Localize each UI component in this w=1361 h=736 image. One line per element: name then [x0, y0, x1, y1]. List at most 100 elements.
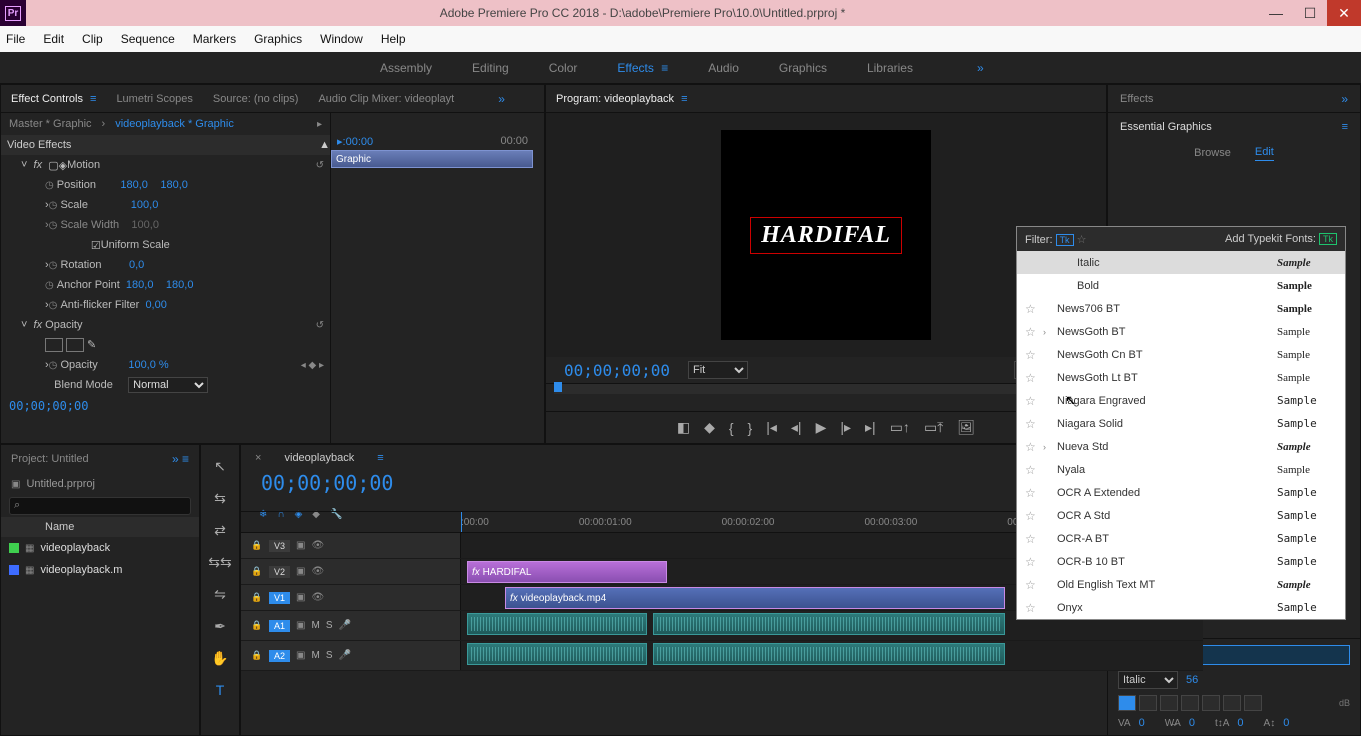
- fx-motion[interactable]: ˅ fx ▢◈ Motion↺: [1, 155, 330, 175]
- zoom-select[interactable]: Fit: [688, 361, 748, 379]
- subtab-edit[interactable]: Edit: [1255, 146, 1274, 161]
- tabs-overflow-icon[interactable]: » ≡: [172, 452, 189, 466]
- minimize-button[interactable]: —: [1259, 0, 1293, 26]
- menu-markers[interactable]: Markers: [193, 32, 236, 46]
- timeline-timecode[interactable]: 00;00;00;00: [253, 467, 401, 499]
- tab-effects[interactable]: Effects: [1120, 93, 1153, 105]
- project-item[interactable]: ▦videoplayback: [1, 537, 199, 559]
- track-v2[interactable]: V2: [269, 566, 290, 578]
- project-item[interactable]: ▦videoplayback.m: [1, 559, 199, 581]
- tool-type[interactable]: T: [209, 679, 231, 701]
- tab-program[interactable]: Program: videoplayback ≡: [556, 93, 688, 105]
- menu-edit[interactable]: Edit: [43, 32, 64, 46]
- workspace-graphics[interactable]: Graphics: [779, 61, 827, 75]
- font-option[interactable]: ☆News706 BTSample: [1017, 297, 1345, 320]
- align-justify-last-right-button[interactable]: [1244, 695, 1262, 711]
- workspace-assembly[interactable]: Assembly: [380, 61, 432, 75]
- close-button[interactable]: ✕: [1327, 0, 1361, 26]
- font-option[interactable]: ☆OCR-A BTSample: [1017, 527, 1345, 550]
- tabs-overflow-icon[interactable]: »: [498, 92, 505, 106]
- lock-icon[interactable]: [251, 650, 263, 661]
- workspace-overflow-icon[interactable]: »: [977, 61, 984, 75]
- ec-clip-bar[interactable]: Graphic: [331, 150, 533, 168]
- clip-videoplayback[interactable]: fx videoplayback.mp4: [505, 587, 1005, 609]
- font-option[interactable]: ☆›Nueva StdSample: [1017, 435, 1345, 458]
- clip-audio-2b[interactable]: [653, 643, 1005, 665]
- add-typekit-icon[interactable]: Tk: [1319, 233, 1337, 245]
- uniform-scale-check[interactable]: ☑ Uniform Scale: [1, 235, 330, 255]
- lock-icon[interactable]: [251, 592, 263, 603]
- clip-audio-1a[interactable]: [467, 613, 647, 635]
- workspace-editing[interactable]: Editing: [472, 61, 509, 75]
- workspace-audio[interactable]: Audio: [708, 61, 739, 75]
- export-frame-icon[interactable]: 🖼: [957, 419, 975, 436]
- font-picker-popup[interactable]: Filter: Tk ☆ Add Typekit Fonts: Tk Itali…: [1016, 226, 1346, 620]
- tool-pen[interactable]: ✒: [209, 615, 231, 637]
- tab-effect-controls[interactable]: Effect Controls ≡: [11, 93, 96, 105]
- tool-track-select[interactable]: ⇆: [209, 487, 231, 509]
- opacity-mask-icons[interactable]: ✎: [1, 335, 330, 355]
- tabs-overflow-icon[interactable]: »: [1341, 92, 1348, 106]
- tool-slip[interactable]: ⇋: [209, 583, 231, 605]
- workspace-effects[interactable]: Effects ≡: [617, 61, 668, 75]
- go-in-icon[interactable]: |◂: [766, 419, 777, 436]
- lock-icon[interactable]: [251, 620, 263, 631]
- extract-icon[interactable]: ▭⤒: [924, 419, 943, 436]
- ec-timecode[interactable]: 00;00;00;00: [1, 395, 330, 417]
- prop-flicker[interactable]: › ◷ Anti-flicker Filter 0,00: [1, 295, 330, 315]
- font-option[interactable]: ☆OnyxSample: [1017, 596, 1345, 619]
- blend-mode-select[interactable]: Normal: [128, 377, 208, 393]
- tool-rolling[interactable]: ⇆⇆: [209, 551, 231, 573]
- track-v3[interactable]: V3: [269, 540, 290, 552]
- tab-source[interactable]: Source: (no clips): [213, 93, 299, 105]
- maximize-button[interactable]: ☐: [1293, 0, 1327, 26]
- font-option[interactable]: ☆NyalaSample: [1017, 458, 1345, 481]
- mark-in-icon[interactable]: ◧: [677, 419, 690, 436]
- project-search-input[interactable]: [9, 497, 191, 515]
- column-name-header[interactable]: Name: [1, 517, 199, 537]
- track-v1[interactable]: V1: [269, 592, 290, 604]
- menu-file[interactable]: File: [6, 32, 25, 46]
- workspace-libraries[interactable]: Libraries: [867, 61, 913, 75]
- tab-audio-clip-mixer[interactable]: Audio Clip Mixer: videoplayt: [318, 93, 454, 105]
- clip-audio-2a[interactable]: [467, 643, 647, 665]
- kf-play-icon[interactable]: ▸: [317, 119, 322, 130]
- prop-rotation[interactable]: › ◷ Rotation 0,0: [1, 255, 330, 275]
- menu-window[interactable]: Window: [320, 32, 363, 46]
- clip-selected-label[interactable]: videoplayback * Graphic: [115, 118, 234, 130]
- font-option[interactable]: ☆NewsGoth Cn BTSample: [1017, 343, 1345, 366]
- step-back-icon[interactable]: ◂|: [791, 419, 802, 436]
- tab-project[interactable]: Project: Untitled: [11, 453, 89, 465]
- prop-position[interactable]: ◷ Position 180,0 180,0: [1, 175, 330, 195]
- track-a2[interactable]: A2: [269, 650, 290, 662]
- tab-lumetri-scopes[interactable]: Lumetri Scopes: [116, 93, 192, 105]
- clip-hardifal[interactable]: fx HARDIFAL: [467, 561, 667, 583]
- subtab-browse[interactable]: Browse: [1194, 147, 1231, 159]
- menu-graphics[interactable]: Graphics: [254, 32, 302, 46]
- align-justify-last-center-button[interactable]: [1223, 695, 1241, 711]
- workspace-color[interactable]: Color: [549, 61, 578, 75]
- prop-blend[interactable]: Blend Mode Normal: [1, 375, 330, 395]
- prop-anchor[interactable]: ◷ Anchor Point 180,0 180,0: [1, 275, 330, 295]
- fx-opacity[interactable]: ˅ fx Opacity↺: [1, 315, 330, 335]
- step-fwd-icon[interactable]: |▸: [840, 419, 851, 436]
- prop-opacity-val[interactable]: › ◷ Opacity 100,0 %◂ ◆ ▸: [1, 355, 330, 375]
- tool-ripple[interactable]: ⇄: [209, 519, 231, 541]
- font-option[interactable]: ☆Old English Text MTSample: [1017, 573, 1345, 596]
- font-option[interactable]: ☆Niagara SolidSample: [1017, 412, 1345, 435]
- tab-sequence[interactable]: videoplayback: [285, 452, 355, 464]
- panel-menu-icon[interactable]: ≡: [1342, 121, 1348, 133]
- clip-audio-1b[interactable]: [653, 613, 1005, 635]
- menu-clip[interactable]: Clip: [82, 32, 103, 46]
- lock-icon[interactable]: [251, 566, 263, 577]
- font-option[interactable]: ☆OCR-B 10 BTSample: [1017, 550, 1345, 573]
- tool-select[interactable]: ↖: [209, 455, 231, 477]
- mark-in-button[interactable]: {: [729, 420, 734, 436]
- menu-sequence[interactable]: Sequence: [121, 32, 175, 46]
- tool-hand[interactable]: ✋: [209, 647, 231, 669]
- go-out-icon[interactable]: ▸|: [865, 419, 876, 436]
- font-option[interactable]: ☆OCR A ExtendedSample: [1017, 481, 1345, 504]
- font-option[interactable]: BoldSample: [1017, 274, 1345, 297]
- play-icon[interactable]: ▶: [816, 419, 827, 436]
- align-justify-last-left-button[interactable]: [1202, 695, 1220, 711]
